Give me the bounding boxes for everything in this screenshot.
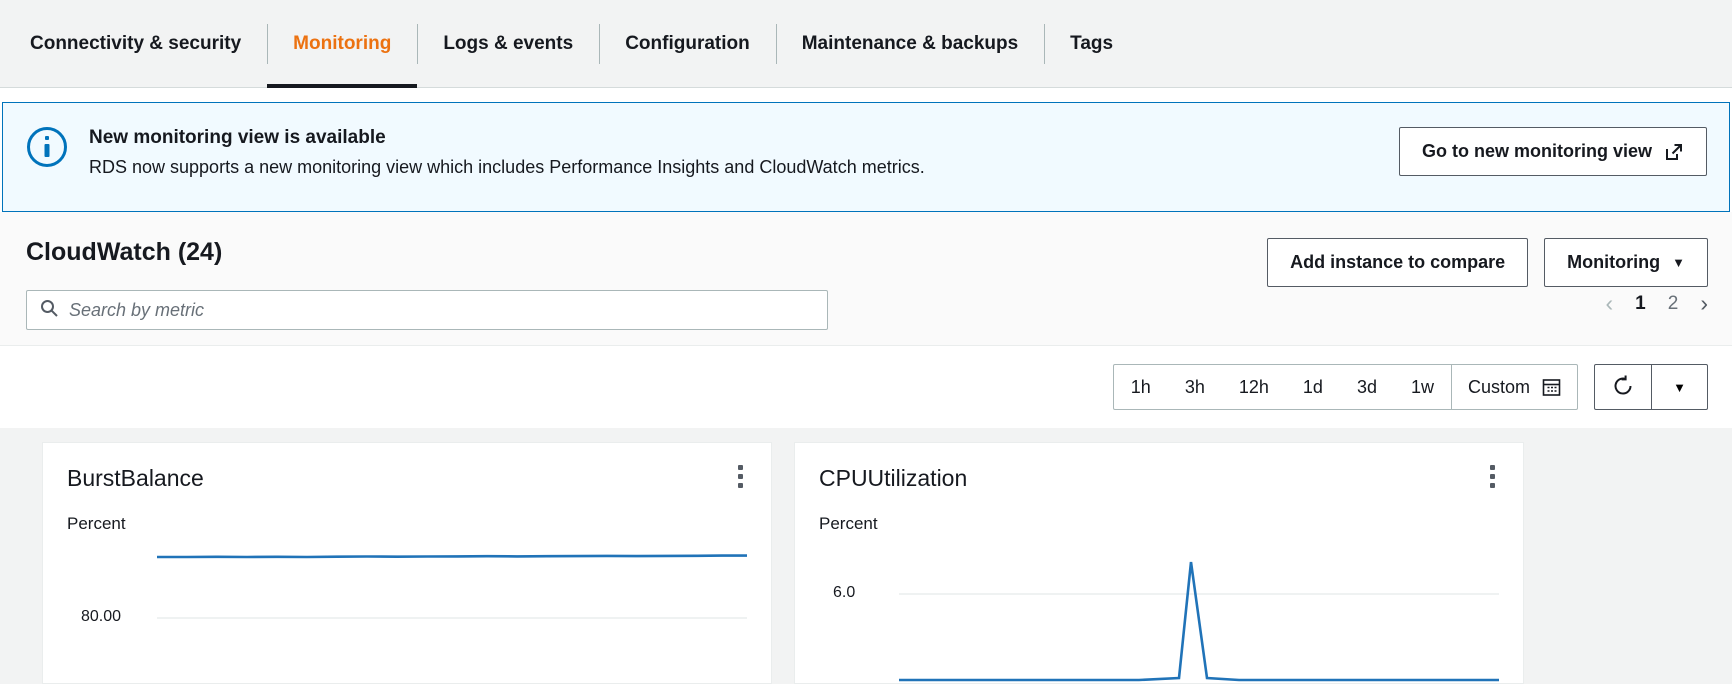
chart-toolbar: 1h 3h 12h 1d 3d 1w Custom [0,346,1732,428]
search-box[interactable] [26,290,828,330]
tab-label: Monitoring [293,33,391,55]
refresh-controls: ▼ [1594,364,1708,410]
chart-series-line [157,556,747,557]
chart-unit-label: Percent [819,514,1499,534]
refresh-button[interactable] [1595,365,1651,409]
page-number-1[interactable]: 1 [1635,293,1646,315]
tab-tags[interactable]: Tags [1044,0,1139,88]
pagination: ‹ 1 2 › [1606,292,1709,315]
chart-plot-cpuutilization: 6.0 [819,540,1499,680]
time-range-selector: 1h 3h 12h 1d 3d 1w Custom [1113,364,1578,410]
banner-title: New monitoring view is available [89,127,925,149]
chart-plot-burstbalance: 80.00 [67,540,747,680]
more-vertical-icon[interactable] [1481,463,1503,489]
chevron-down-icon: ▼ [1673,381,1686,394]
chart-ytick-label: 6.0 [833,584,855,602]
chart-unit-label: Percent [67,514,747,534]
tab-bar: Connectivity & security Monitoring Logs … [0,0,1732,88]
chart-ytick-label: 80.00 [81,608,121,626]
button-label: Go to new monitoring view [1422,141,1652,162]
tab-connectivity-security[interactable]: Connectivity & security [30,0,267,88]
info-icon [27,127,67,167]
time-range-1h[interactable]: 1h [1114,365,1168,409]
external-link-icon [1664,142,1684,162]
chevron-left-icon[interactable]: ‹ [1606,292,1614,315]
search-row: ‹ 1 2 › [26,290,1708,330]
search-icon [39,298,59,323]
time-range-12h[interactable]: 12h [1222,365,1286,409]
info-banner: New monitoring view is available RDS now… [2,102,1730,212]
cloudwatch-header: CloudWatch (24) Add instance to compare … [0,212,1732,346]
chart-grid: BurstBalance Percent 80.00 CPUUtilizatio… [0,428,1732,684]
tab-maintenance-backups[interactable]: Maintenance & backups [776,0,1044,88]
button-label: Monitoring [1567,252,1660,273]
time-range-1d[interactable]: 1d [1286,365,1340,409]
tab-label: Maintenance & backups [802,33,1018,55]
search-input[interactable] [69,300,815,321]
banner-description: RDS now supports a new monitoring view w… [89,157,925,178]
chart-title: BurstBalance [67,465,747,492]
tab-label: Configuration [625,33,750,55]
more-vertical-icon[interactable] [729,463,751,489]
tab-label: Connectivity & security [30,33,241,55]
tab-monitoring[interactable]: Monitoring [267,0,417,88]
chart-series-line [899,562,1499,680]
time-range-custom[interactable]: Custom [1451,365,1577,409]
time-range-3d[interactable]: 3d [1340,365,1394,409]
go-to-new-monitoring-view-button[interactable]: Go to new monitoring view [1399,127,1707,176]
page-number-2[interactable]: 2 [1668,293,1679,315]
time-range-3h[interactable]: 3h [1168,365,1222,409]
monitoring-dropdown-button[interactable]: Monitoring ▼ [1544,238,1708,287]
banner-action: Go to new monitoring view [1399,127,1707,176]
time-range-1w[interactable]: 1w [1394,365,1451,409]
tab-label: Tags [1070,33,1113,55]
tab-configuration[interactable]: Configuration [599,0,776,88]
cloudwatch-actions: Add instance to compare Monitoring ▼ [1267,238,1708,287]
tab-label: Logs & events [443,33,573,55]
chevron-down-icon: ▼ [1672,256,1685,269]
refresh-icon [1611,374,1635,401]
refresh-settings-dropdown-button[interactable]: ▼ [1651,365,1707,409]
add-instance-to-compare-button[interactable]: Add instance to compare [1267,238,1528,287]
calendar-icon [1542,378,1561,397]
tab-logs-events[interactable]: Logs & events [417,0,599,88]
toolbar-right: 1h 3h 12h 1d 3d 1w Custom [1113,364,1708,410]
chart-title: CPUUtilization [819,465,1499,492]
button-label: Add instance to compare [1290,252,1505,273]
chart-svg [819,540,1499,680]
chart-card-burstbalance: BurstBalance Percent 80.00 [42,442,772,684]
chart-card-cpuutilization: CPUUtilization Percent 6.0 [794,442,1524,684]
chevron-right-icon[interactable]: › [1700,292,1708,315]
banner-text: New monitoring view is available RDS now… [89,125,925,178]
custom-label: Custom [1468,377,1530,398]
chart-svg [67,540,747,680]
